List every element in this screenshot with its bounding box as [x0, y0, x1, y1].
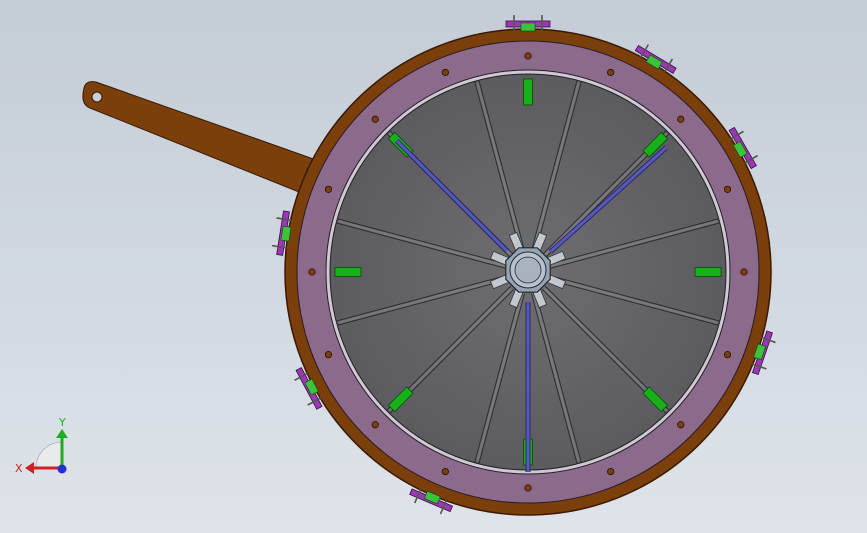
- x-axis-label: X: [15, 462, 23, 475]
- bolt-hole: [607, 467, 615, 476]
- axis-triad: Y X: [15, 416, 68, 475]
- triad-plane-icon: [35, 441, 63, 469]
- bolt-hole: [371, 421, 379, 429]
- z-axis-dot-icon: [57, 464, 67, 474]
- bracket-clip: [520, 22, 536, 32]
- bolt-hole: [524, 52, 532, 60]
- x-axis-arrow-icon: [25, 462, 34, 474]
- green-block: [334, 267, 362, 277]
- bolt-hole: [441, 467, 449, 476]
- bolt-hole: [524, 484, 532, 492]
- handle-hole: [91, 91, 103, 103]
- green-block: [523, 78, 533, 106]
- bolt-hole: [723, 351, 732, 359]
- bolt-hole: [723, 185, 732, 193]
- bolt-hole: [677, 421, 685, 429]
- bolt-hole: [371, 115, 379, 123]
- bolt-hole: [324, 351, 333, 359]
- bolt-hole: [677, 115, 685, 123]
- handle-arm[interactable]: [82, 81, 323, 195]
- bolt-hole: [308, 268, 316, 276]
- y-axis-label: Y: [58, 416, 66, 429]
- hub-bore-inner: [514, 256, 542, 284]
- cad-model-canvas[interactable]: Y X: [0, 0, 867, 533]
- green-block: [694, 267, 722, 277]
- graphics-viewport[interactable]: Y X: [0, 0, 867, 533]
- bolt-hole: [324, 185, 333, 193]
- bracket: [505, 15, 551, 32]
- y-axis-arrow-icon: [56, 429, 68, 438]
- bolt-hole: [740, 268, 748, 276]
- bolt-hole: [441, 68, 449, 77]
- bolt-hole: [607, 68, 615, 77]
